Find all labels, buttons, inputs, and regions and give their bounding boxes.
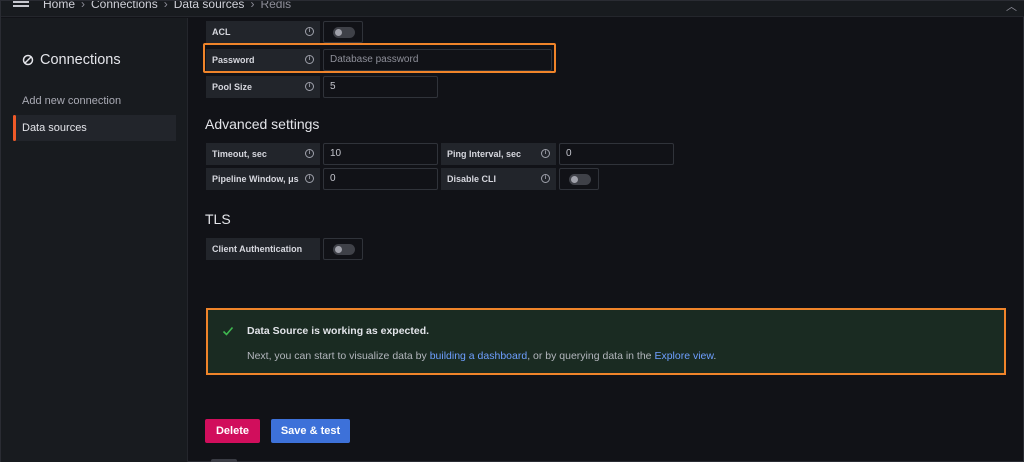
pool-size-input[interactable]: 5 — [323, 76, 438, 98]
acl-toggle-wrapper — [323, 21, 363, 43]
breadcrumb-home[interactable]: Home — [43, 1, 75, 11]
disable-cli-label-text: Disable CLI — [447, 174, 497, 184]
pipeline-window-label-text: Pipeline Window, μs — [212, 174, 299, 184]
sidebar-header: Connections — [22, 52, 121, 68]
ping-interval-input[interactable]: 0 — [559, 143, 674, 165]
plug-icon — [22, 54, 34, 66]
explore-view-link[interactable]: Explore view — [654, 350, 713, 362]
ping-interval-label-text: Ping Interval, sec — [447, 149, 522, 159]
breadcrumb-data-sources[interactable]: Data sources — [174, 1, 245, 11]
password-highlight — [203, 43, 556, 73]
disable-cli-label: Disable CLI i — [441, 168, 556, 190]
breadcrumb-separator: › — [250, 1, 255, 11]
chevron-up-icon[interactable]: ︿ — [1006, 1, 1017, 14]
checkmark-icon — [222, 326, 234, 336]
acl-toggle[interactable] — [333, 27, 355, 38]
breadcrumb-separator: › — [163, 1, 168, 11]
pipeline-window-label: Pipeline Window, μs i — [206, 168, 320, 190]
sidebar-item-add-new-connection[interactable]: Add new connection — [13, 88, 176, 114]
breadcrumb-connections[interactable]: Connections — [91, 1, 158, 11]
top-bar: Home › Connections › Data sources › Redis ︿ — [1, 1, 1024, 17]
disable-cli-toggle-wrapper — [559, 168, 599, 190]
client-authentication-label: Client Authentication — [206, 238, 320, 260]
advanced-settings-title: Advanced settings — [205, 116, 320, 132]
alert-title: Data Source is working as expected. — [247, 325, 430, 337]
timeout-input[interactable]: 10 — [323, 143, 438, 165]
pool-size-label: Pool Size i — [206, 76, 320, 98]
ping-interval-label: Ping Interval, sec i — [441, 143, 556, 165]
acl-label-text: ACL — [212, 27, 231, 37]
timeout-label-text: Timeout, sec — [212, 149, 267, 159]
info-icon[interactable]: i — [305, 27, 314, 36]
info-icon[interactable]: i — [305, 82, 314, 91]
timeout-label: Timeout, sec i — [206, 143, 320, 165]
info-icon[interactable]: i — [541, 149, 550, 158]
breadcrumb-separator: › — [81, 1, 86, 11]
alert-text: Next, you can start to visualize data by… — [247, 350, 716, 362]
sidebar-item-data-sources[interactable]: Data sources — [13, 115, 176, 141]
alert-text-middle: , or by querying data in the — [527, 350, 655, 362]
acl-label: ACL i — [206, 21, 320, 43]
delete-button[interactable]: Delete — [205, 419, 260, 443]
alert-text-end: . — [713, 350, 717, 362]
success-alert: Data Source is working as expected. Next… — [206, 308, 1006, 375]
client-authentication-toggle-wrapper — [323, 238, 363, 260]
pipeline-window-input[interactable]: 0 — [323, 168, 438, 190]
breadcrumb-current: Redis — [260, 1, 292, 11]
tls-title: TLS — [205, 211, 231, 227]
pool-size-label-text: Pool Size — [212, 82, 253, 92]
client-authentication-label-text: Client Authentication — [212, 244, 303, 254]
hamburger-icon[interactable] — [13, 1, 29, 11]
info-icon[interactable]: i — [305, 174, 314, 183]
info-icon[interactable]: i — [305, 149, 314, 158]
client-authentication-toggle[interactable] — [333, 244, 355, 255]
disable-cli-toggle[interactable] — [569, 174, 591, 185]
main-content: ACL i Password i Database password Pool … — [189, 18, 1024, 462]
info-icon[interactable]: i — [541, 174, 550, 183]
sidebar-title: Connections — [40, 52, 121, 68]
alert-text-before: Next, you can start to visualize data by — [247, 350, 430, 362]
save-and-test-button[interactable]: Save & test — [271, 419, 350, 443]
breadcrumb: Home › Connections › Data sources › Redis — [43, 1, 291, 11]
building-dashboard-link[interactable]: building a dashboard — [430, 350, 528, 362]
sidebar: Connections Add new connection Data sour… — [1, 18, 188, 462]
